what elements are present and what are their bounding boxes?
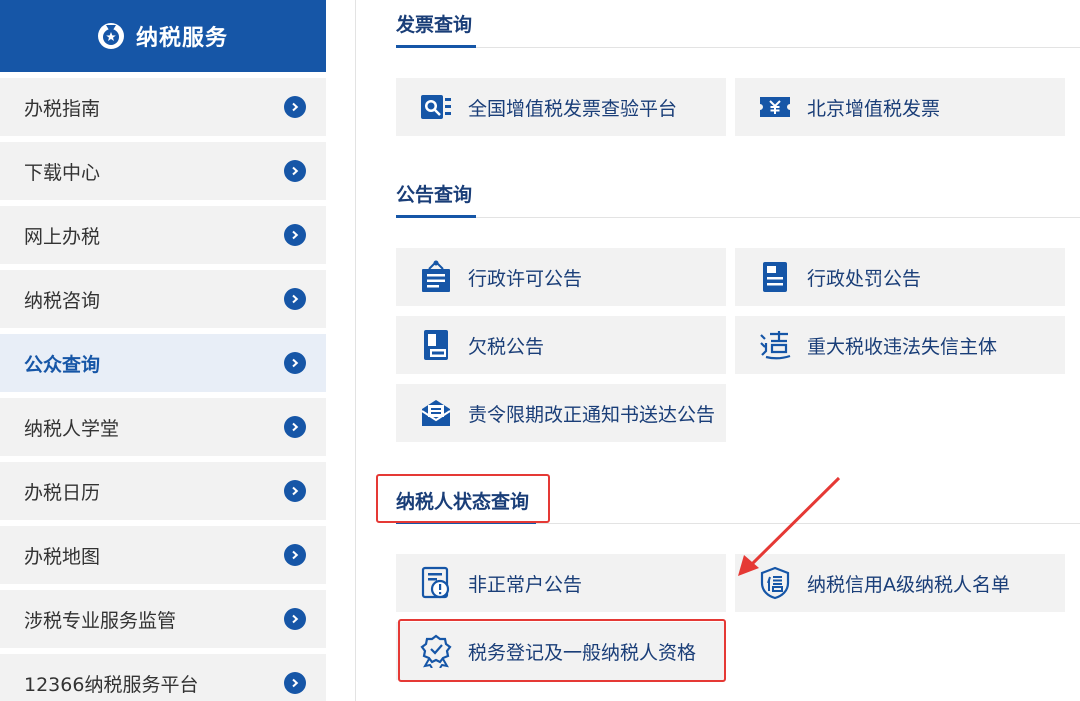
chevron-right-icon bbox=[284, 352, 306, 374]
chevron-right-icon bbox=[284, 608, 306, 630]
notice-board-icon bbox=[418, 259, 454, 295]
chevron-right-icon bbox=[284, 160, 306, 182]
tax-arrears-icon bbox=[418, 327, 454, 363]
chevron-right-icon bbox=[284, 480, 306, 502]
tile-beijing-vat-invoice[interactable]: 北京增值税发票 bbox=[735, 78, 1065, 136]
violation-icon bbox=[757, 327, 793, 363]
section-accent bbox=[396, 45, 476, 48]
tile-label: 非正常户公告 bbox=[468, 573, 583, 596]
tile-label: 重大税收违法失信主体 bbox=[807, 335, 998, 358]
tile-label: 北京增值税发票 bbox=[807, 97, 941, 120]
sidebar-item-tax-calendar[interactable]: 办税日历 bbox=[0, 462, 326, 520]
tile-abnormal-household-notice[interactable]: 非正常户公告 bbox=[396, 554, 726, 612]
penalty-document-icon bbox=[757, 259, 793, 295]
vertical-divider bbox=[355, 0, 356, 701]
highlight-box-section bbox=[376, 474, 550, 523]
section-divider bbox=[396, 47, 1080, 48]
sidebar-item-label: 涉税专业服务监管 bbox=[24, 609, 177, 632]
sidebar-header: 纳税服务 bbox=[0, 0, 326, 72]
tile-admin-license-notice[interactable]: 行政许可公告 bbox=[396, 248, 726, 306]
tile-major-violation-subject[interactable]: 重大税收违法失信主体 bbox=[735, 316, 1065, 374]
tile-admin-penalty-notice[interactable]: 行政处罚公告 bbox=[735, 248, 1065, 306]
warning-document-icon bbox=[418, 565, 454, 601]
section-title-invoice: 发票查询 bbox=[396, 14, 473, 36]
sidebar-item-label: 网上办税 bbox=[24, 225, 101, 248]
tile-label: 行政处罚公告 bbox=[807, 267, 922, 290]
chevron-right-icon bbox=[284, 288, 306, 310]
tile-invoice-verify-platform[interactable]: 全国增值税发票查验平台 bbox=[396, 78, 726, 136]
tile-tax-arrears-notice[interactable]: 欠税公告 bbox=[396, 316, 726, 374]
section-divider bbox=[396, 217, 1080, 218]
tile-correction-notice-delivery[interactable]: 责令限期改正通知书送达公告 bbox=[396, 384, 726, 442]
sidebar-item-label: 纳税人学堂 bbox=[24, 417, 120, 440]
chevron-right-icon bbox=[284, 96, 306, 118]
tile-label: 欠税公告 bbox=[468, 335, 545, 358]
sidebar-item-professional-service[interactable]: 涉税专业服务监管 bbox=[0, 590, 326, 648]
sidebar-item-taxpayer-school[interactable]: 纳税人学堂 bbox=[0, 398, 326, 456]
sidebar-title: 纳税服务 bbox=[135, 26, 228, 51]
sidebar-item-label: 纳税咨询 bbox=[24, 289, 101, 312]
sidebar-item-tax-map[interactable]: 办税地图 bbox=[0, 526, 326, 584]
medal-icon bbox=[97, 23, 124, 49]
highlight-box-tile bbox=[398, 619, 726, 682]
sidebar-item-download-center[interactable]: 下载中心 bbox=[0, 142, 326, 200]
red-arrow-icon bbox=[738, 476, 841, 576]
chevron-right-icon bbox=[284, 672, 306, 694]
section-title-announcement: 公告查询 bbox=[396, 184, 473, 206]
chevron-right-icon bbox=[284, 544, 306, 566]
section-accent bbox=[396, 215, 476, 218]
page: 纳税服务 办税指南 下载中心 网上办税 纳税咨询 公众查询 纳税人学堂 办税日历 bbox=[0, 0, 1080, 701]
sidebar-item-label: 下载中心 bbox=[24, 161, 101, 184]
chevron-right-icon bbox=[284, 224, 306, 246]
sidebar-item-tax-guide[interactable]: 办税指南 bbox=[0, 78, 326, 136]
tile-label: 行政许可公告 bbox=[468, 267, 583, 290]
sidebar-item-label: 公众查询 bbox=[24, 353, 101, 376]
sidebar-item-label: 办税指南 bbox=[24, 97, 101, 120]
sidebar-item-label: 12366纳税服务平台 bbox=[24, 673, 199, 696]
sidebar-item-12366-platform[interactable]: 12366纳税服务平台 bbox=[0, 654, 326, 701]
chevron-right-icon bbox=[284, 416, 306, 438]
sidebar: 纳税服务 办税指南 下载中心 网上办税 纳税咨询 公众查询 纳税人学堂 办税日历 bbox=[0, 0, 326, 701]
sidebar-item-public-query[interactable]: 公众查询 bbox=[0, 334, 326, 392]
yuan-ticket-icon bbox=[757, 89, 793, 125]
tile-label: 责令限期改正通知书送达公告 bbox=[468, 403, 716, 426]
sidebar-item-online-tax[interactable]: 网上办税 bbox=[0, 206, 326, 264]
sidebar-item-tax-consult[interactable]: 纳税咨询 bbox=[0, 270, 326, 328]
envelope-icon bbox=[418, 395, 454, 431]
sidebar-item-label: 办税地图 bbox=[24, 545, 101, 568]
tile-label: 全国增值税发票查验平台 bbox=[468, 97, 678, 120]
sidebar-item-label: 办税日历 bbox=[24, 481, 101, 504]
invoice-search-icon bbox=[418, 89, 454, 125]
